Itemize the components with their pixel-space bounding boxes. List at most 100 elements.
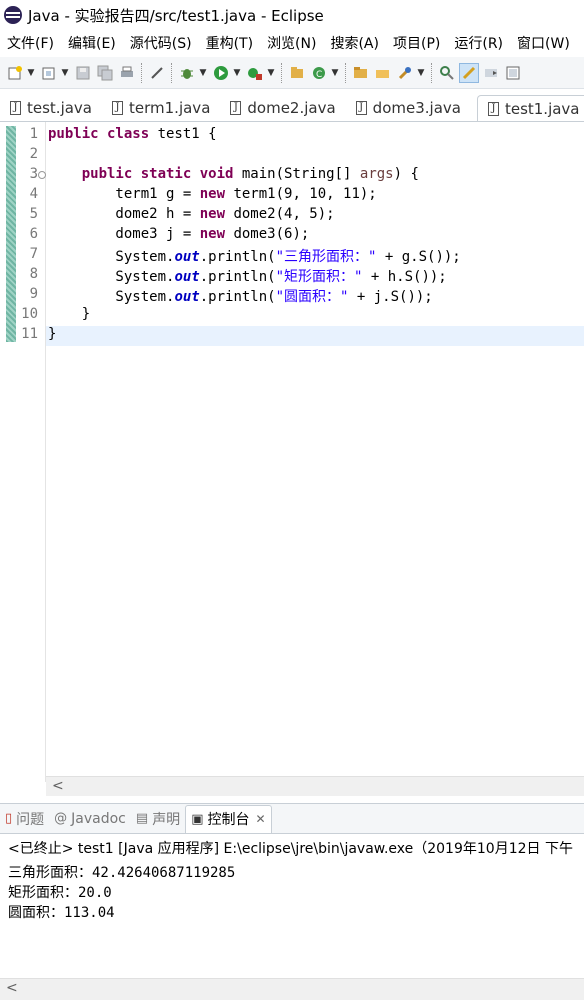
code-token: + j.S());	[348, 289, 433, 305]
menu-window[interactable]: 窗口(W)	[517, 33, 570, 53]
new-type-dropdown-icon[interactable]: ▼	[60, 68, 70, 78]
code-token: .println(	[199, 269, 276, 285]
code-token: test1 {	[157, 126, 217, 142]
line-number: 3	[29, 166, 38, 182]
tab-console[interactable]: ▣ 控制台 ✕	[185, 804, 272, 833]
code-line[interactable]: }	[46, 326, 584, 346]
code-line[interactable]: public static void main(String[] args) {	[48, 166, 419, 186]
new-class-icon[interactable]: C	[309, 63, 329, 83]
line-number: 8	[29, 266, 38, 282]
editor-tab-bar: J test.java J term1.java J dome2.java J …	[0, 94, 584, 122]
menu-source[interactable]: 源代码(S)	[130, 33, 192, 53]
tab-label: dome2.java	[247, 99, 336, 117]
tab-term1-java[interactable]: J term1.java	[102, 95, 220, 121]
console-output-line: 矩形面积：20.0	[8, 885, 112, 901]
code-line[interactable]: System.out.println("矩形面积：" + h.S());	[48, 266, 447, 286]
menu-refactor[interactable]: 重构(T)	[206, 33, 253, 53]
code-line[interactable]: public class test1 {	[48, 126, 217, 146]
prev-edit-icon[interactable]	[481, 63, 501, 83]
print-icon[interactable]	[117, 63, 137, 83]
scroll-left-icon[interactable]: <	[6, 980, 18, 996]
main-toolbar: ▼ ▼ ▼ ▼ ▼ C ▼ ▼	[0, 57, 584, 89]
tab-dome2-java[interactable]: J dome2.java	[220, 95, 345, 121]
toolbar-separator	[431, 62, 433, 83]
search-icon[interactable]	[395, 63, 415, 83]
open-task-icon[interactable]	[373, 63, 393, 83]
toolbar-separator	[141, 62, 143, 83]
console-horizontal-scrollbar[interactable]: <	[0, 978, 584, 1000]
line-number: 9	[29, 286, 38, 302]
code-token: term1(9, 10, 11);	[233, 186, 377, 202]
new-class-dropdown-icon[interactable]: ▼	[330, 68, 340, 78]
external-tools-dropdown-icon[interactable]: ▼	[266, 68, 276, 78]
code-line[interactable]: System.out.println("圆面积：" + j.S());	[48, 286, 433, 306]
save-all-icon[interactable]	[95, 63, 115, 83]
code-line[interactable]: System.out.println("三角形面积：" + g.S());	[48, 246, 460, 266]
menu-file[interactable]: 文件(F)	[7, 33, 54, 53]
tab-label: term1.java	[129, 99, 211, 117]
code-token: out	[174, 249, 200, 265]
toolbar-separator	[171, 62, 173, 83]
menu-edit[interactable]: 编辑(E)	[68, 33, 116, 53]
code-token: "圆面积："	[275, 289, 349, 305]
code-token: new	[199, 186, 234, 202]
code-token: System.	[48, 289, 175, 305]
close-icon[interactable]: ✕	[255, 812, 265, 826]
java-file-icon: J	[230, 101, 242, 115]
console-view[interactable]: <已终止> test1 [Java 应用程序] E:\eclipse\jre\b…	[0, 833, 584, 1001]
java-file-icon: J	[112, 101, 124, 115]
code-token: dome3 j =	[48, 226, 200, 242]
tab-dome3-java[interactable]: J dome3.java	[346, 95, 471, 121]
new-icon[interactable]	[5, 63, 25, 83]
new-dropdown-icon[interactable]: ▼	[26, 68, 36, 78]
line-number: 6	[29, 226, 38, 242]
debug-icon[interactable]	[177, 63, 197, 83]
search-dropdown-icon[interactable]: ▼	[416, 68, 426, 78]
menu-navigate[interactable]: 浏览(N)	[267, 33, 316, 53]
code-token: + h.S());	[362, 269, 447, 285]
run-icon[interactable]	[211, 63, 231, 83]
code-token: term1 g =	[48, 186, 200, 202]
maximize-icon[interactable]	[503, 63, 523, 83]
open-type-icon[interactable]	[351, 63, 371, 83]
console-output-line: 三角形面积：42.42640687119285	[8, 865, 236, 881]
tab-label: 问题	[16, 811, 45, 828]
code-token: public static void	[81, 166, 242, 182]
annotation-icon[interactable]	[437, 63, 457, 83]
eclipse-logo-icon	[4, 6, 22, 24]
tab-label: dome3.java	[372, 99, 461, 117]
problems-icon: ▯	[5, 811, 13, 826]
save-icon[interactable]	[73, 63, 93, 83]
fold-toggle-icon[interactable]	[38, 171, 46, 179]
code-line[interactable]: term1 g = new term1(9, 10, 11);	[48, 186, 377, 206]
menu-search[interactable]: 搜索(A)	[330, 33, 379, 53]
horizontal-scrollbar[interactable]: <	[46, 776, 584, 796]
tab-problems[interactable]: ▯ 问题	[0, 809, 49, 829]
external-tools-icon[interactable]	[245, 63, 265, 83]
tab-declaration[interactable]: ▤ 声明	[131, 809, 185, 829]
menu-bar: 文件(F) 编辑(E) 源代码(S) 重构(T) 浏览(N) 搜索(A) 项目(…	[0, 30, 584, 56]
tab-label: 声明	[152, 811, 181, 828]
new-java-project-icon[interactable]	[287, 63, 307, 83]
code-line[interactable]: dome2 h = new dome2(4, 5);	[48, 206, 334, 226]
code-line[interactable]: }	[48, 306, 90, 326]
debug-dropdown-icon[interactable]: ▼	[198, 68, 208, 78]
menu-run[interactable]: 运行(R)	[454, 33, 503, 53]
code-editor[interactable]: 1 public class test1 {2 3 public static vo…	[0, 122, 584, 797]
code-token: dome2 h =	[48, 206, 200, 222]
menu-project[interactable]: 项目(P)	[393, 33, 440, 53]
tab-test-java[interactable]: J test.java	[0, 95, 102, 121]
scroll-left-icon[interactable]: <	[52, 778, 64, 794]
new-type-icon[interactable]	[39, 63, 59, 83]
run-dropdown-icon[interactable]: ▼	[232, 68, 242, 78]
tab-test1-java[interactable]: J test1.java	[476, 95, 584, 121]
toggle-mark-icon[interactable]	[147, 63, 167, 83]
window-title: Java - 实验报告四/src/test1.java - Eclipse	[28, 6, 324, 25]
declaration-icon: ▤	[135, 811, 149, 826]
code-line[interactable]: dome3 j = new dome3(6);	[48, 226, 309, 246]
highlight-icon[interactable]	[459, 62, 479, 83]
tab-javadoc[interactable]: @ Javadoc	[49, 811, 131, 827]
line-number: 7	[29, 246, 38, 262]
code-token: new	[199, 226, 234, 242]
console-output-line: 圆面积：113.04	[8, 905, 115, 921]
